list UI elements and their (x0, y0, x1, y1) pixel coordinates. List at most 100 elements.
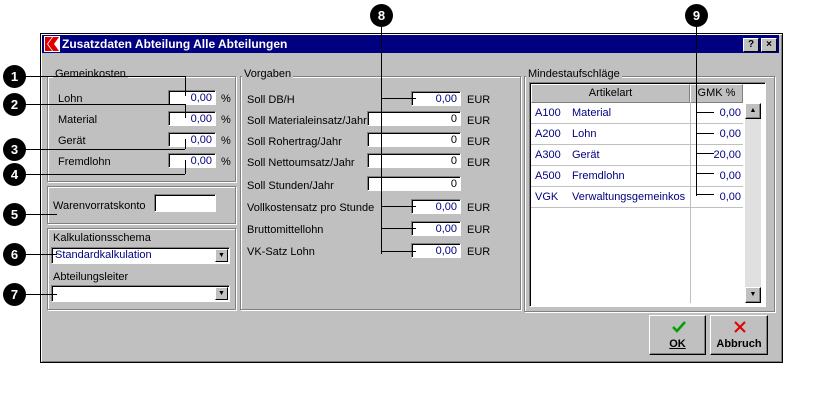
callout-line-1 (22, 76, 185, 77)
callout-line-4 (22, 174, 185, 175)
column-header-artikelart[interactable]: Artikelart (531, 84, 690, 103)
row-name: Material (572, 107, 612, 119)
warenvorrat-label: Warenvorratskonto (53, 200, 146, 212)
close-button[interactable]: × (761, 38, 777, 52)
scroll-up-icon[interactable]: ▲ (745, 103, 761, 119)
help-button[interactable]: ? (743, 38, 759, 52)
fremdlohn-field[interactable]: 0,00 (168, 153, 216, 168)
callout-line-1b (185, 76, 186, 96)
abbruch-button[interactable]: Abbruch (710, 315, 768, 355)
lohn-field[interactable]: 0,00 (168, 90, 216, 105)
grid-rows: A100 Material 0,00 A200 Lohn 0,00 A300 G… (531, 103, 743, 208)
row-gmk[interactable]: 0,00 (720, 124, 741, 144)
callout-line-2 (22, 104, 185, 105)
table-row[interactable]: A300 Gerät 20,00 (531, 145, 743, 166)
soll-db-label: Soll DB/H (247, 94, 295, 106)
callout-line-8 (381, 26, 382, 254)
cross-icon (734, 321, 746, 333)
callout-5: 5 (3, 203, 26, 226)
soll-rohertrag-unit: EUR (467, 136, 491, 148)
material-field[interactable]: 0,00 (168, 111, 216, 126)
table-row[interactable]: A500 Fremdlohn 0,00 (531, 166, 743, 187)
geraet-label: Gerät (58, 135, 86, 147)
table-row[interactable]: A200 Lohn 0,00 (531, 124, 743, 145)
callout-line-7 (22, 294, 57, 295)
callout-3: 3 (3, 138, 26, 161)
scroll-down-icon[interactable]: ▼ (745, 287, 761, 303)
row-name: Lohn (572, 128, 597, 140)
kalkulation-label: Kalkulationsschema (53, 232, 151, 244)
abteilungsleiter-select[interactable]: ▼ (51, 285, 230, 302)
vollkostensatz-unit: EUR (467, 202, 491, 214)
abteilungsleiter-label: Abteilungsleiter (53, 271, 129, 283)
callout-8: 8 (370, 4, 393, 27)
vollkostensatz-label: Vollkostensatz pro Stunde (247, 202, 375, 214)
vorgaben-title: Vorgaben (242, 68, 294, 80)
row-gmk[interactable]: 0,00 (720, 166, 741, 186)
bruttomittellohn-unit: EUR (467, 224, 491, 236)
ok-button[interactable]: OK (649, 315, 706, 355)
kalkulation-value: Standardkalkulation (55, 249, 152, 261)
table-row[interactable]: VGK Verwaltungsgemeinkos 0,00 (531, 187, 743, 208)
callout-9: 9 (685, 4, 708, 27)
vk-satz-field[interactable]: 0,00 (411, 243, 461, 258)
kalkulation-select[interactable]: Standardkalkulation ▼ (51, 247, 230, 264)
callout-line-2b (185, 104, 186, 118)
warenvorrat-field[interactable] (154, 194, 216, 212)
callout-line-8d (381, 251, 416, 252)
row-gmk[interactable]: 20,00 (713, 145, 741, 165)
material-label: Material (58, 114, 98, 126)
mindestaufschlaege-title: Mindestaufschläge (526, 68, 622, 80)
lohn-unit: % (221, 93, 231, 105)
vk-satz-label: VK-Satz Lohn (247, 246, 315, 258)
callout-line-3b (185, 139, 186, 149)
row-code: A200 (535, 128, 561, 140)
material-unit: % (221, 114, 231, 126)
vollkostensatz-field[interactable]: 0,00 (411, 199, 461, 214)
geraet-field[interactable]: 0,00 (168, 132, 216, 147)
row-code: A100 (535, 107, 561, 119)
bruttomittellohn-field[interactable]: 0,00 (411, 221, 461, 236)
callout-line-4b (185, 160, 186, 174)
callout-4: 4 (3, 163, 26, 186)
window-title: Zusatzdaten Abteilung Alle Abteilungen (62, 37, 288, 51)
vk-satz-unit: EUR (467, 246, 491, 258)
vertical-scrollbar[interactable] (745, 103, 761, 303)
row-name: Verwaltungsgemeinkos (572, 191, 686, 203)
callout-line-9c (696, 153, 714, 154)
callout-line-9 (696, 26, 697, 196)
row-gmk[interactable]: 0,00 (720, 103, 741, 123)
soll-nettoumsatz-label: Soll Nettoumsatz/Jahr (247, 157, 355, 169)
soll-db-field[interactable]: 0,00 (411, 91, 461, 106)
soll-rohertrag-label: Soll Rohertrag/Jahr (247, 136, 342, 148)
fremdlohn-label: Fremdlohn (58, 156, 111, 168)
chevron-down-icon[interactable]: ▼ (215, 287, 228, 300)
row-code: VGK (535, 191, 559, 203)
callout-line-5 (22, 214, 57, 215)
fremdlohn-unit: % (221, 156, 231, 168)
soll-material-label: Soll Materialeinsatz/Jahr (247, 115, 367, 127)
soll-material-unit: EUR (467, 115, 491, 127)
row-name: Fremdlohn (572, 170, 625, 182)
row-gmk[interactable]: 0,00 (720, 187, 741, 207)
callout-1: 1 (3, 65, 26, 88)
callout-6: 6 (3, 243, 26, 266)
soll-nettoumsatz-unit: EUR (467, 157, 491, 169)
soll-db-unit: EUR (467, 94, 491, 106)
row-code: A500 (535, 170, 561, 182)
callout-line-8b (381, 206, 416, 207)
soll-stunden-label: Soll Stunden/Jahr (247, 180, 334, 192)
callout-line-9d (696, 173, 714, 174)
table-row[interactable]: A100 Material 0,00 (531, 103, 743, 124)
row-name: Gerät (572, 149, 600, 161)
callout-line-6 (22, 254, 57, 255)
callout-line-9a (696, 112, 714, 113)
app-logo-icon (44, 36, 60, 52)
callout-line-8c (381, 228, 416, 229)
title-bar[interactable]: Zusatzdaten Abteilung Alle Abteilungen ?… (42, 35, 779, 53)
chevron-down-icon[interactable]: ▼ (215, 249, 228, 262)
callout-2: 2 (3, 93, 26, 116)
abbruch-label: Abbruch (716, 338, 762, 350)
callout-line-9b (696, 133, 714, 134)
column-header-gmk[interactable]: GMK % (690, 84, 743, 103)
